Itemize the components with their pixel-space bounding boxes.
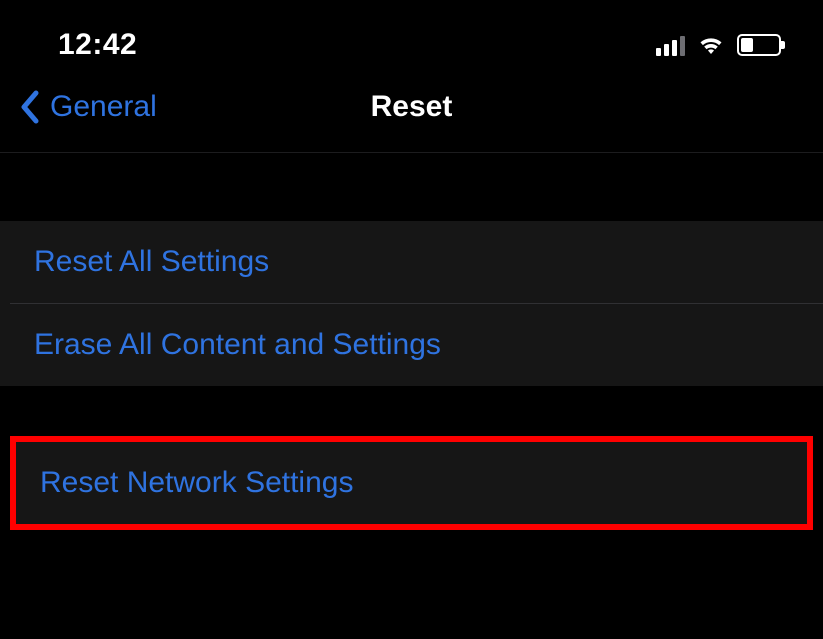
highlight-annotation: Reset Network Settings bbox=[10, 436, 813, 530]
back-button[interactable]: General bbox=[0, 90, 157, 124]
status-bar: 12:42 bbox=[0, 0, 823, 62]
nav-header: General Reset bbox=[0, 62, 823, 153]
status-time: 12:42 bbox=[58, 28, 137, 62]
back-label: General bbox=[50, 90, 157, 124]
wifi-icon bbox=[697, 34, 725, 56]
erase-all-content-row[interactable]: Erase All Content and Settings bbox=[0, 304, 823, 386]
battery-icon bbox=[737, 34, 781, 56]
reset-network-settings-row[interactable]: Reset Network Settings bbox=[16, 442, 807, 524]
cellular-icon bbox=[656, 34, 685, 56]
section-spacer bbox=[0, 153, 823, 221]
section-spacer bbox=[0, 386, 823, 436]
reset-section-1: Reset All Settings Erase All Content and… bbox=[0, 221, 823, 386]
reset-section-2: Reset Network Settings bbox=[16, 442, 807, 524]
status-icons bbox=[656, 34, 781, 56]
battery-level bbox=[741, 38, 753, 52]
reset-all-settings-row[interactable]: Reset All Settings bbox=[0, 221, 823, 303]
chevron-left-icon bbox=[20, 90, 40, 124]
